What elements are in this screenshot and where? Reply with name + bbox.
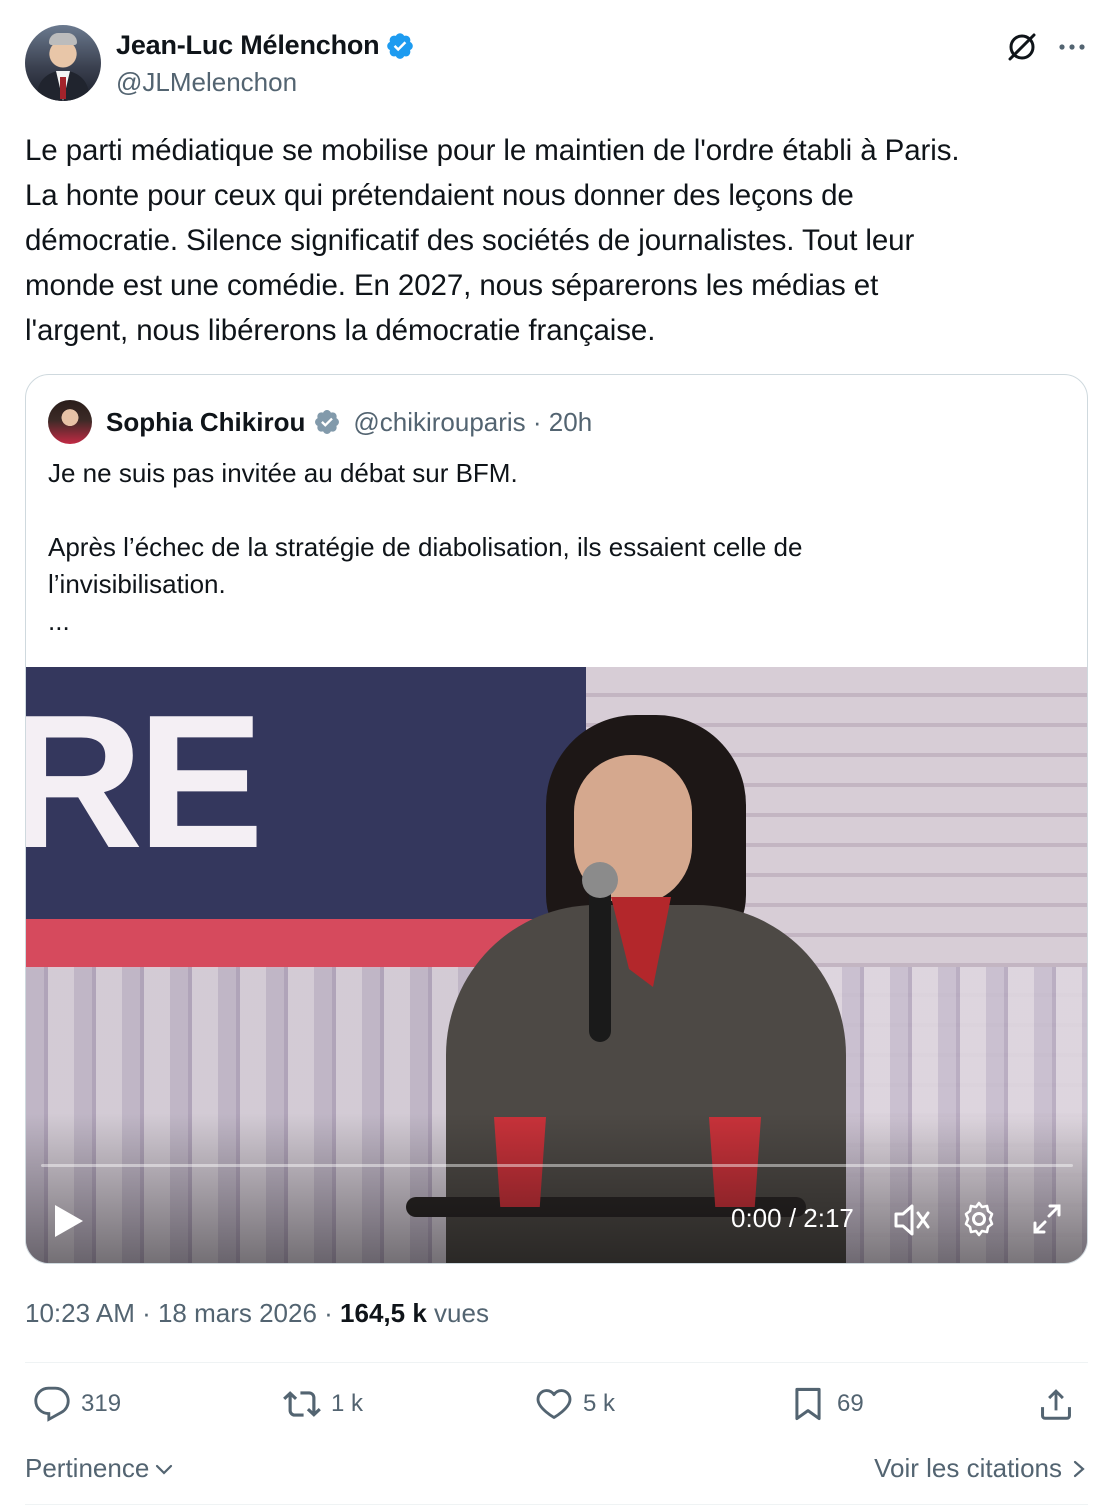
quote-line: l’invisibilisation. [48,569,226,599]
chevron-right-icon [1073,1460,1085,1477]
settings-gear-icon[interactable] [960,1200,998,1238]
more-options-icon[interactable] [1054,29,1090,65]
view-quotes-label: Voir les citations [874,1453,1062,1483]
quote-author-handle-time[interactable]: @chikirouparis · 20h [353,407,592,438]
verified-badge-icon[interactable] [385,31,415,61]
tweet-line: Le parti médiatique se mobilise pour le … [25,134,960,167]
author-avatar[interactable] [25,25,101,101]
quote-author-avatar[interactable] [48,400,92,444]
heart-icon [536,1389,572,1419]
fullscreen-icon[interactable] [1029,1200,1065,1238]
quote-line [48,492,1058,529]
tweet-line: l'argent, nous libérerons la démocratie … [25,314,656,347]
views-label: vues [426,1298,489,1328]
quote-verified-badge-icon[interactable] [313,408,341,436]
repost-button[interactable]: 1 k [283,1385,363,1423]
share-button[interactable] [1037,1385,1075,1423]
video-banner-letters: RE [26,676,264,888]
tweet-meta: 10:23 AM · 18 mars 2026 · 164,5 k vues [25,1298,489,1329]
tweet-header: Jean-Luc Mélenchon @JLMelenchon [25,25,1090,105]
tweet-line: démocratie. Silence significatif des soc… [25,224,915,257]
bookmark-icon [795,1387,821,1421]
chevron-down-icon [156,1464,173,1475]
tweet-line: monde est une comédie. En 2027, nous sép… [25,269,879,302]
author-name-row: Jean-Luc Mélenchon [116,30,415,61]
tweet-line: La honte pour ceux qui prétendaient nous… [25,179,854,212]
view-quotes-link[interactable]: Voir les citations [874,1453,1088,1484]
quote-author-name[interactable]: Sophia Chikirou [106,407,305,438]
author-name[interactable]: Jean-Luc Mélenchon [116,30,380,61]
like-button[interactable]: 5 k [535,1385,615,1423]
avatar-tie [60,77,66,99]
views-count: 164,5 k [340,1298,427,1328]
divider [25,1504,1088,1505]
quote-header: Sophia Chikirou @chikirouparis · 20h [48,400,592,444]
repost-count: 1 k [331,1390,364,1417]
sort-label: Pertinence [25,1453,150,1483]
quoted-tweet[interactable]: Sophia Chikirou @chikirouparis · 20h Je … [25,374,1088,1264]
author-handle[interactable]: @JLMelenchon [116,67,297,98]
reply-icon [34,1386,70,1422]
quote-line: ... [48,606,70,636]
quote-line: Après l’échec de la stratégie de diaboli… [48,532,803,562]
avatar-hair [49,33,77,45]
video-progress-bar[interactable] [41,1164,1073,1167]
divider [25,1362,1088,1363]
bookmark-button[interactable]: 69 [789,1385,864,1423]
video-microphone-head [582,862,618,898]
play-icon[interactable] [52,1202,86,1240]
repost-icon [283,1391,321,1417]
grok-icon[interactable] [1004,29,1040,65]
tweet-text: Le parti médiatique se mobilise pour le … [25,128,1090,353]
tweet-timestamp[interactable]: 10:23 AM · 18 mars 2026 · [25,1298,340,1328]
quote-text: Je ne suis pas invitée au débat sur BFM.… [48,455,1058,640]
video-time: 0:00 / 2:17 [731,1203,854,1233]
action-bar: 319 1 k 5 k 69 [25,1385,1088,1435]
video-controls-shade [26,1113,1087,1263]
like-count: 5 k [583,1390,616,1417]
reply-button[interactable]: 319 [33,1385,121,1423]
quote-line: Je ne suis pas invitée au débat sur BFM. [48,458,518,488]
share-icon [1041,1389,1071,1420]
sort-dropdown[interactable]: Pertinence [25,1453,175,1484]
video-player[interactable]: RE 0:00 / 2:17 [26,667,1087,1263]
bookmark-count: 69 [837,1390,864,1417]
reply-count: 319 [81,1390,122,1417]
volume-muted-icon[interactable] [892,1201,932,1239]
